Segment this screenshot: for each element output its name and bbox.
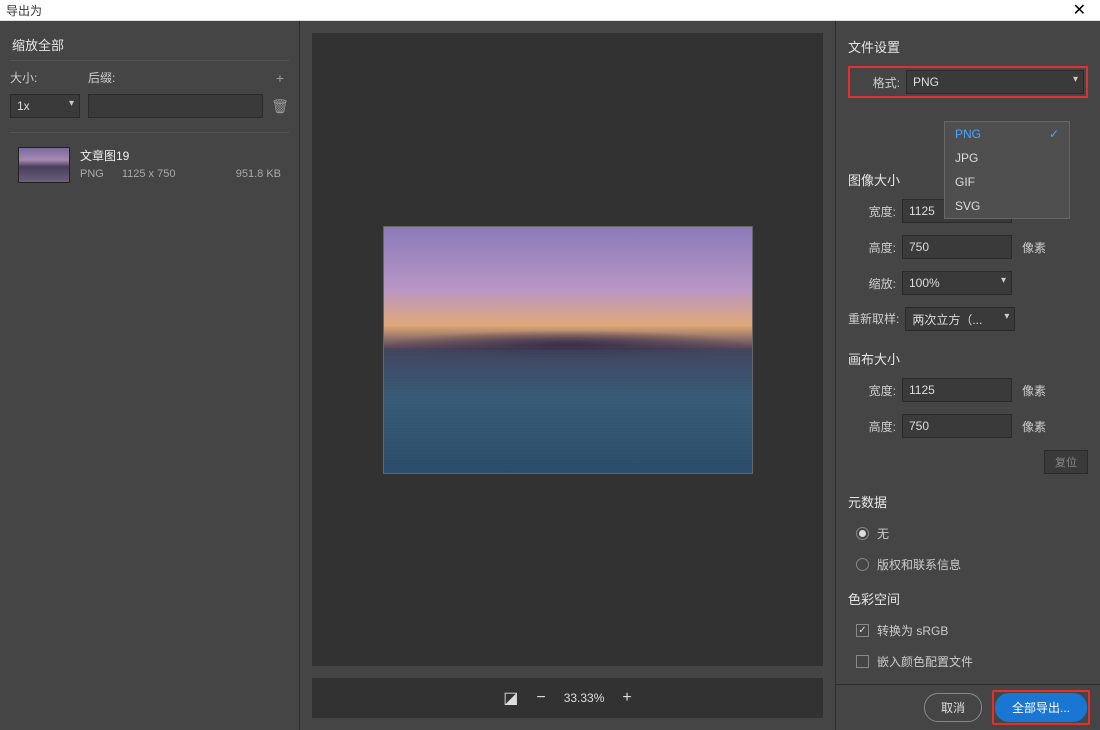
close-icon[interactable]: ✕	[1065, 0, 1094, 20]
asset-name: 文章图19	[80, 147, 281, 164]
format-row-highlight: 格式:	[848, 66, 1088, 98]
format-option-svg[interactable]: SVG	[945, 194, 1069, 218]
zoom-out-icon[interactable]: −	[536, 689, 545, 707]
preview-image	[383, 226, 753, 474]
canvas-height-label: 高度:	[848, 418, 896, 435]
export-dialog: 导出为 ✕ 缩放全部 大小: 后缀: + 🗑 文章图19	[0, 0, 1100, 726]
scale-all-title: 缩放全部	[10, 31, 289, 61]
checkbox-icon	[856, 624, 869, 637]
suffix-label: 后缀:	[88, 69, 263, 86]
dialog-title: 导出为	[6, 2, 1065, 19]
trash-icon[interactable]: 🗑	[271, 98, 289, 115]
reset-button[interactable]: 复位	[1044, 450, 1088, 474]
divider	[10, 132, 289, 133]
convert-srgb-label: 转换为 sRGB	[877, 622, 948, 639]
resample-select[interactable]	[905, 307, 1015, 331]
embed-profile-row[interactable]: 嵌入颜色配置文件	[856, 653, 1088, 670]
format-option-png[interactable]: PNG	[945, 122, 1069, 146]
radio-icon	[856, 558, 869, 571]
height-input[interactable]	[902, 235, 1012, 259]
scale-select-right[interactable]	[902, 271, 1012, 295]
canvas-width-unit: 像素	[1022, 382, 1046, 399]
export-highlight: 全部导出...	[992, 690, 1090, 725]
height-unit: 像素	[1022, 239, 1046, 256]
dialog-body: 缩放全部 大小: 后缀: + 🗑 文章图19 PNG	[0, 21, 1100, 730]
height-label: 高度:	[848, 239, 896, 256]
asset-meta: 文章图19 PNG 1125 x 750 951.8 KB	[80, 147, 281, 183]
format-dropdown: PNG JPG GIF SVG	[944, 121, 1070, 219]
canvas-width-input[interactable]	[902, 378, 1012, 402]
meta-copyright-label: 版权和联系信息	[877, 556, 961, 573]
size-label: 大小:	[10, 69, 80, 86]
export-all-button[interactable]: 全部导出...	[995, 693, 1087, 722]
zoom-bar: ◪ − 33.33% +	[312, 678, 823, 718]
colorspace-title: 色彩空间	[848, 583, 1088, 612]
format-option-gif[interactable]: GIF	[945, 170, 1069, 194]
radio-icon	[856, 527, 869, 540]
checkbox-icon	[856, 655, 869, 668]
suffix-input[interactable]	[88, 94, 263, 118]
width-label: 宽度:	[848, 203, 896, 220]
file-settings-title: 文件设置	[848, 31, 1088, 60]
asset-filesize: 951.8 KB	[236, 168, 281, 180]
size-suffix-labels: 大小: 后缀: +	[10, 69, 289, 86]
zoom-percent: 33.33%	[564, 691, 605, 705]
asset-sub: PNG 1125 x 750 951.8 KB	[80, 168, 281, 180]
size-suffix-inputs: 🗑	[10, 94, 289, 118]
dialog-footer: 取消 全部导出...	[836, 684, 1100, 730]
fit-icon[interactable]: ◪	[503, 688, 518, 708]
asset-thumbnail	[18, 147, 70, 183]
zoom-in-icon[interactable]: +	[622, 689, 631, 707]
titlebar: 导出为 ✕	[0, 0, 1100, 21]
canvas-height-unit: 像素	[1022, 418, 1046, 435]
embed-profile-label: 嵌入颜色配置文件	[877, 653, 973, 670]
format-select[interactable]	[906, 70, 1084, 94]
asset-format: PNG	[80, 168, 104, 180]
asset-item[interactable]: 文章图19 PNG 1125 x 750 951.8 KB	[10, 139, 289, 191]
right-panel: 文件设置 格式: 图像大小 宽度: 像素 高度: 像素	[835, 21, 1100, 730]
meta-copyright-row[interactable]: 版权和联系信息	[856, 556, 1088, 573]
format-label: 格式:	[852, 74, 900, 91]
metadata-title: 元数据	[848, 486, 1088, 515]
canvas-width-label: 宽度:	[848, 382, 896, 399]
add-icon[interactable]: +	[271, 70, 289, 86]
canvas-size-title: 画布大小	[848, 343, 1088, 372]
convert-srgb-row[interactable]: 转换为 sRGB	[856, 622, 1088, 639]
meta-none-row[interactable]: 无	[856, 525, 1088, 542]
resample-label: 重新取样:	[848, 312, 899, 326]
scale-label: 缩放:	[848, 275, 896, 292]
left-panel: 缩放全部 大小: 后缀: + 🗑 文章图19 PNG	[0, 21, 300, 730]
format-option-jpg[interactable]: JPG	[945, 146, 1069, 170]
cancel-button[interactable]: 取消	[924, 693, 982, 722]
canvas-height-input[interactable]	[902, 414, 1012, 438]
meta-none-label: 无	[877, 525, 889, 542]
preview-area	[312, 33, 823, 666]
asset-dimensions: 1125 x 750	[122, 168, 176, 180]
scale-select[interactable]	[10, 94, 80, 118]
center-panel: ◪ − 33.33% +	[300, 21, 835, 730]
